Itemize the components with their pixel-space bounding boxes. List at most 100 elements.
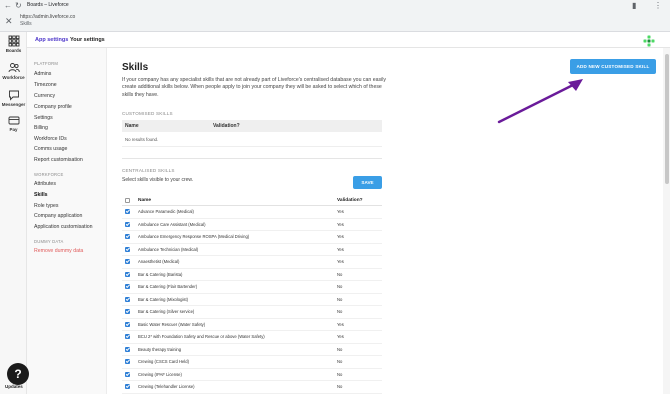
- pay-icon: [8, 116, 19, 125]
- skill-checkbox[interactable]: [125, 359, 130, 364]
- skill-checkbox[interactable]: [125, 221, 130, 227]
- skill-checkbox[interactable]: [125, 209, 130, 214]
- table-row[interactable]: Advance Paramedic (Medical) Yes: [122, 206, 382, 219]
- table-row[interactable]: Crewing (CSCS Card Held) No: [122, 356, 382, 369]
- sidebar-heading-platform: PLATFORM: [34, 61, 59, 66]
- no-results-text: No results found.: [125, 137, 159, 142]
- sidebar-item-skills[interactable]: Skills: [34, 192, 48, 198]
- sidebar-heading-workforce: WORKFORCE: [34, 172, 64, 177]
- skill-name: Bar & Catering (Mixologist): [138, 296, 189, 302]
- sidebar-item-workforce-ids[interactable]: Workforce IDs: [34, 136, 67, 142]
- skill-name: Anaesthetist (Medical): [138, 259, 180, 264]
- skill-checkbox[interactable]: [125, 384, 130, 389]
- liveforce-logo: [643, 35, 655, 47]
- updates-label[interactable]: Updates: [5, 384, 23, 389]
- skill-checkbox[interactable]: [125, 346, 130, 352]
- table-row[interactable]: Bar & Catering (Barista) No: [122, 269, 382, 281]
- table-row[interactable]: Anaesthetist (Medical) Yes: [122, 256, 382, 269]
- skill-name: Basic Water Rescuer (Water Safety): [138, 321, 206, 327]
- sidebar-item-company-application[interactable]: Company application: [34, 213, 82, 219]
- table-row[interactable]: Bar & Catering (Silver service) No: [122, 306, 382, 319]
- skill-name: Advance Paramedic (Medical): [138, 209, 194, 214]
- skill-checkbox[interactable]: [125, 246, 130, 252]
- tab-app-settings[interactable]: App settings: [35, 37, 68, 43]
- tab-title[interactable]: Boards – Liveforce: [27, 2, 69, 8]
- nav-boards[interactable]: Boards: [0, 35, 27, 53]
- sidebar-item-company-profile[interactable]: Company profile: [34, 104, 72, 110]
- reload-icon[interactable]: ↻: [15, 1, 22, 11]
- skill-checkbox[interactable]: [125, 371, 130, 377]
- puzzle-icon[interactable]: ▮: [632, 1, 636, 11]
- customised-skills-heading: CUSTOMISED SKILLS: [122, 111, 173, 116]
- nav-workforce[interactable]: Workforce: [0, 62, 27, 80]
- skill-validation: Yes: [337, 234, 344, 239]
- table-header: Name Validation?: [122, 195, 382, 206]
- table-row[interactable]: Bar & Catering (Mixologist) No: [122, 294, 382, 306]
- save-button[interactable]: SAVE: [353, 176, 382, 189]
- skill-rows: Advance Paramedic (Medical) Yes Ambulance …: [122, 206, 382, 394]
- table-row[interactable]: BCU 2* with Foundation Safety and Rescue…: [122, 331, 382, 344]
- sidebar-item-settings[interactable]: Settings: [34, 115, 53, 121]
- skill-name: Crewing (Telehandler License): [138, 384, 195, 389]
- skill-checkbox[interactable]: [125, 321, 130, 327]
- sidebar-item-billing[interactable]: Billing: [34, 125, 48, 131]
- table-row[interactable]: Crewing (IPAF License) No: [122, 369, 382, 381]
- table-row[interactable]: Basic Water Rescuer (Water Safety) Yes: [122, 319, 382, 331]
- nav-label: Messenger: [1, 102, 26, 107]
- nav-label: Boards: [5, 48, 22, 53]
- add-customised-skill-button[interactable]: ADD NEW CUSTOMISED SKILL: [570, 59, 656, 74]
- skill-validation: No: [337, 296, 343, 302]
- skill-checkbox[interactable]: [125, 271, 130, 277]
- skill-name: Bar & Catering (Silver service): [138, 309, 195, 314]
- skill-name: Bar & Catering (Flair Bartender): [138, 284, 198, 289]
- sidebar-item-role-types[interactable]: Role types: [34, 203, 59, 209]
- annotation-arrow: [497, 79, 583, 124]
- tab-your-settings[interactable]: Your settings: [70, 37, 105, 43]
- people-icon: [8, 63, 20, 73]
- skill-validation: Yes: [337, 209, 344, 214]
- nav-pay[interactable]: Pay: [0, 114, 27, 132]
- page-title: Skills: [122, 62, 149, 73]
- nav-messenger[interactable]: Messenger: [0, 89, 27, 107]
- skill-name: Ambulance Care Assistant (Medical): [138, 221, 206, 227]
- table-row[interactable]: Ambulance Technician (Medical) Yes: [122, 244, 382, 256]
- sidebar-item-timezone[interactable]: Timezone: [34, 82, 57, 88]
- sidebar-item-admins[interactable]: Admins: [34, 71, 51, 77]
- skill-name: Ambulance Emergency Response ROSPA (Medi…: [138, 234, 250, 239]
- sidebar-item-report-customisation[interactable]: Report customisation: [34, 157, 83, 163]
- skill-name: Beauty therapy training: [138, 346, 182, 352]
- table-row[interactable]: Bar & Catering (Flair Bartender) No: [122, 281, 382, 294]
- divider: [122, 158, 382, 159]
- scrollbar-thumb[interactable]: [664, 54, 669, 184]
- table-row[interactable]: Ambulance Care Assistant (Medical) Yes: [122, 219, 382, 231]
- table-row[interactable]: Ambulance Emergency Response ROSPA (Medi…: [122, 231, 382, 244]
- close-icon[interactable]: ✕: [5, 16, 13, 26]
- sidebar-item-comms-usage[interactable]: Comms usage: [34, 146, 67, 152]
- back-icon[interactable]: ←: [4, 1, 12, 11]
- sidebar-item-remove-dummy-data[interactable]: Remove dummy data: [34, 248, 83, 254]
- help-button[interactable]: ?: [7, 363, 29, 385]
- skill-checkbox[interactable]: [125, 234, 130, 239]
- settings-sidebar: PLATFORM Admins Timezone Currency Compan…: [27, 48, 107, 394]
- customised-skills-table: Name Validation? No results found.: [122, 120, 382, 147]
- table-row[interactable]: Crewing (Telehandler License) No: [122, 381, 382, 394]
- address-bar[interactable]: https://admin.liveforce.co: [20, 14, 75, 20]
- skill-checkbox[interactable]: [125, 284, 130, 289]
- table-row[interactable]: Beauty therapy training No: [122, 344, 382, 356]
- scrollbar[interactable]: [663, 48, 670, 394]
- sidebar-item-application-customisation[interactable]: Application customisation: [34, 224, 93, 230]
- sidebar-item-attributes[interactable]: Attributes: [34, 181, 56, 187]
- skill-checkbox[interactable]: [125, 296, 130, 302]
- skill-validation: No: [337, 384, 343, 389]
- empty-row: No results found.: [122, 132, 382, 147]
- skill-checkbox[interactable]: [125, 334, 130, 339]
- skill-validation: No: [337, 271, 343, 277]
- sidebar-item-currency[interactable]: Currency: [34, 93, 55, 99]
- skill-checkbox[interactable]: [125, 259, 130, 264]
- skill-checkbox[interactable]: [125, 309, 130, 314]
- skill-validation: Yes: [337, 246, 344, 252]
- menu-icon[interactable]: ⋮: [654, 1, 662, 11]
- intro-text: If your company has any specialist skill…: [122, 77, 386, 98]
- skill-validation: No: [337, 346, 343, 352]
- select-all-checkbox[interactable]: [125, 198, 130, 203]
